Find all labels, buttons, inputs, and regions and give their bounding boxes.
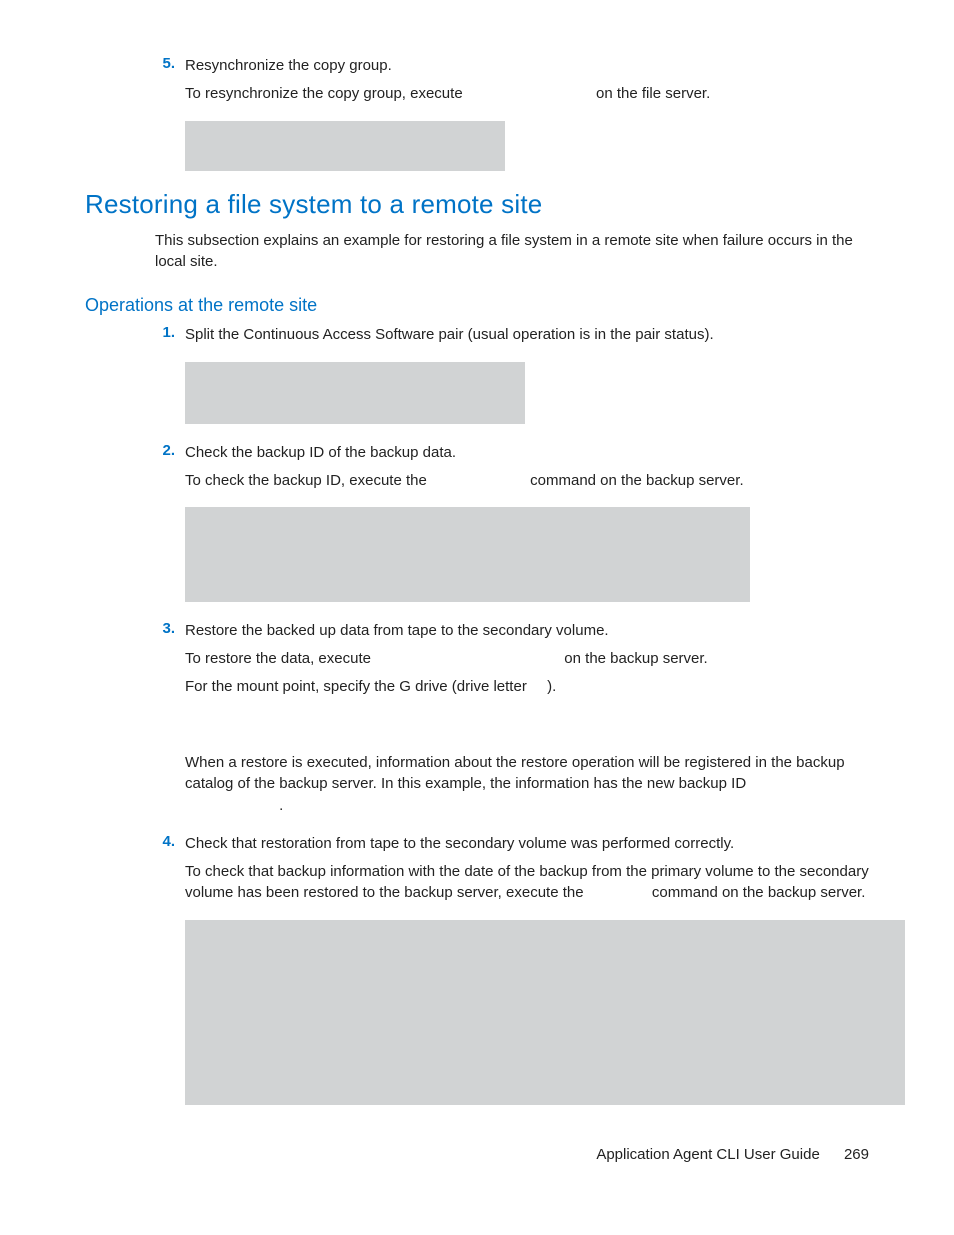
step-detail: To check the backup ID, execute the comm… bbox=[185, 470, 869, 492]
code-block bbox=[185, 507, 750, 602]
text-run: ). bbox=[547, 678, 556, 695]
list-body: Resynchronize the copy group. To resynch… bbox=[185, 55, 869, 111]
step-text: Resynchronize the copy group. bbox=[185, 55, 869, 77]
ordered-list: 1. Split the Continuous Access Software … bbox=[155, 324, 869, 352]
code-block bbox=[185, 920, 905, 1105]
section-intro: This subsection explains an example for … bbox=[155, 230, 869, 274]
list-body: Check that restoration from tape to the … bbox=[185, 833, 869, 910]
text-run: . bbox=[279, 797, 283, 814]
text-run: command on the backup server. bbox=[530, 472, 743, 489]
list-item: 4. Check that restoration from tape to t… bbox=[155, 833, 869, 910]
text-run: on the backup server. bbox=[564, 650, 707, 667]
list-body: Restore the backed up data from tape to … bbox=[185, 620, 869, 823]
list-marker: 2. bbox=[155, 442, 185, 498]
list-marker: 5. bbox=[155, 55, 185, 111]
step-text: Split the Continuous Access Software pai… bbox=[185, 324, 869, 346]
list-marker: 1. bbox=[155, 324, 185, 352]
page-number: 269 bbox=[844, 1146, 869, 1163]
text-run: When a restore is executed, information … bbox=[185, 754, 845, 793]
step-detail: For the mount point, specify the G drive… bbox=[185, 676, 869, 698]
step-text: Check that restoration from tape to the … bbox=[185, 833, 869, 855]
page-footer: Application Agent CLI User Guide 269 bbox=[596, 1146, 869, 1163]
text-run: To check the backup ID, execute the bbox=[185, 472, 427, 489]
list-body: Split the Continuous Access Software pai… bbox=[185, 324, 869, 352]
text-run: command on the backup server. bbox=[652, 884, 865, 901]
list-body: Check the backup ID of the backup data. … bbox=[185, 442, 869, 498]
text-run: To restore the data, execute bbox=[185, 650, 371, 667]
text-run: on the file server. bbox=[596, 85, 710, 102]
list-marker: 4. bbox=[155, 833, 185, 910]
step-detail: To check that backup information with th… bbox=[185, 861, 869, 905]
spacer bbox=[185, 704, 869, 752]
text-run: For the mount point, specify the G drive… bbox=[185, 678, 527, 695]
list-marker: 3. bbox=[155, 620, 185, 823]
step-text: Check the backup ID of the backup data. bbox=[185, 442, 869, 464]
ordered-list: 2. Check the backup ID of the backup dat… bbox=[155, 442, 869, 498]
step-text: Restore the backed up data from tape to … bbox=[185, 620, 869, 642]
step-detail: To restore the data, execute on the back… bbox=[185, 648, 869, 670]
step-detail: When a restore is executed, information … bbox=[185, 752, 869, 817]
section-heading: Restoring a file system to a remote site bbox=[85, 189, 869, 220]
list-item: 1. Split the Continuous Access Software … bbox=[155, 324, 869, 352]
code-block bbox=[185, 362, 525, 424]
footer-title: Application Agent CLI User Guide bbox=[596, 1146, 819, 1163]
step-detail: To resynchronize the copy group, execute… bbox=[185, 83, 869, 105]
subsection-heading: Operations at the remote site bbox=[85, 295, 869, 316]
list-item: 2. Check the backup ID of the backup dat… bbox=[155, 442, 869, 498]
list-continuation: 5. Resynchronize the copy group. To resy… bbox=[155, 55, 869, 111]
text-run: To resynchronize the copy group, execute bbox=[185, 85, 463, 102]
list-item: 5. Resynchronize the copy group. To resy… bbox=[155, 55, 869, 111]
list-item: 3. Restore the backed up data from tape … bbox=[155, 620, 869, 823]
ordered-list: 3. Restore the backed up data from tape … bbox=[155, 620, 869, 910]
code-block bbox=[185, 121, 505, 171]
page: 5. Resynchronize the copy group. To resy… bbox=[0, 0, 954, 1235]
